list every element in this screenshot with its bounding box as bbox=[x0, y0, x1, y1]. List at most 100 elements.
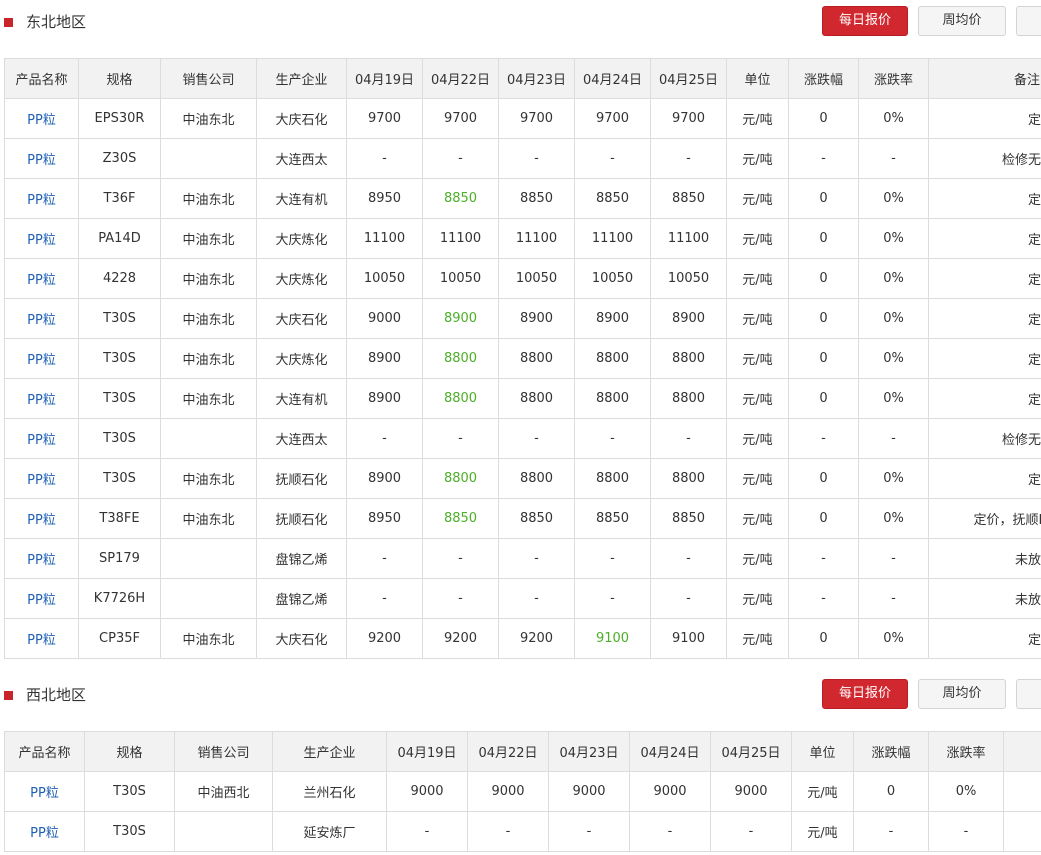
unit-cell: 元/吨 bbox=[726, 338, 789, 379]
product-link[interactable]: PP粒 bbox=[4, 338, 79, 379]
header-0422: 04月22日 bbox=[422, 58, 499, 99]
change-rate-cell: 0% bbox=[858, 338, 929, 379]
change-cell: 0 bbox=[788, 218, 859, 259]
price-0419-cell: 10050 bbox=[346, 258, 423, 299]
unit-cell: 元/吨 bbox=[726, 498, 789, 539]
change-cell: 0 bbox=[788, 338, 859, 379]
header-seller: 销售公司 bbox=[160, 58, 257, 99]
price-0424-cell: - bbox=[574, 538, 651, 579]
price-0425-cell: 8800 bbox=[650, 378, 727, 419]
table-row: PP粒T30S延安炼厂-----元/吨--奔 bbox=[4, 811, 1041, 852]
header-product: 产品名称 bbox=[4, 58, 79, 99]
daily-quote-button[interactable]: 每日报价 bbox=[822, 679, 908, 709]
product-link[interactable]: PP粒 bbox=[4, 618, 79, 659]
daily-quote-button[interactable]: 每日报价 bbox=[822, 6, 908, 36]
table-row: PP粒 PA14D 中油东北 大庆炼化 11100 11100 11100 11100 1110… bbox=[4, 218, 1041, 259]
section-marker-icon bbox=[4, 18, 13, 27]
spec-cell: Z30S bbox=[78, 138, 161, 179]
change-rate-cell: 0% bbox=[858, 258, 929, 299]
header-unit: 单位 bbox=[726, 58, 789, 99]
price-0422-cell: 9000 bbox=[467, 771, 549, 812]
header-note: 备注 bbox=[1003, 731, 1041, 772]
price-0422-cell: 9200 bbox=[422, 618, 499, 659]
note-cell: 定价 bbox=[928, 618, 1041, 659]
price-0419-cell: 11100 bbox=[346, 218, 423, 259]
seller-cell bbox=[160, 578, 257, 619]
weekly-average-button[interactable]: 周均价 bbox=[918, 679, 1006, 709]
spec-cell: T30S bbox=[78, 418, 161, 459]
price-0425-cell: 8900 bbox=[650, 298, 727, 339]
price-0419-cell: - bbox=[346, 138, 423, 179]
spec-cell: 4228 bbox=[78, 258, 161, 299]
product-link[interactable]: PP粒 bbox=[4, 578, 79, 619]
price-0423-cell: 8800 bbox=[498, 458, 575, 499]
seller-cell bbox=[174, 811, 273, 852]
change-rate-cell: 0% bbox=[858, 618, 929, 659]
product-link[interactable]: PP粒 bbox=[4, 258, 79, 299]
price-0423-cell: 8850 bbox=[498, 178, 575, 219]
price-0419-cell: 8900 bbox=[346, 378, 423, 419]
price-0423-cell: 11100 bbox=[498, 218, 575, 259]
price-0423-cell: - bbox=[498, 418, 575, 459]
price-0424-cell: - bbox=[629, 811, 711, 852]
price-0419-cell: 8950 bbox=[346, 178, 423, 219]
table-row: PP粒 CP35F 中油东北 大庆石化 9200 9200 9200 9100 9100 元/吨 0… bbox=[4, 618, 1041, 659]
price-0419-cell: 8900 bbox=[346, 338, 423, 379]
product-link[interactable]: PP粒 bbox=[4, 458, 79, 499]
price-0424-cell: 8850 bbox=[574, 178, 651, 219]
product-link[interactable]: PP粒 bbox=[4, 538, 79, 579]
header-unit: 单位 bbox=[791, 731, 854, 772]
product-link[interactable]: PP粒 bbox=[4, 418, 79, 459]
price-0424-cell: 9700 bbox=[574, 98, 651, 139]
header-0422: 04月22日 bbox=[467, 731, 549, 772]
note-cell: 未放货 bbox=[928, 538, 1041, 579]
seller-cell bbox=[160, 538, 257, 579]
price-0423-cell: 9000 bbox=[548, 771, 630, 812]
change-rate-cell: - bbox=[928, 811, 1004, 852]
note-cell: 定价 bbox=[928, 298, 1041, 339]
note-cell: 定价 bbox=[928, 458, 1041, 499]
section-marker-icon bbox=[4, 691, 13, 700]
spec-cell: T30S bbox=[84, 771, 175, 812]
unit-cell: 元/吨 bbox=[726, 258, 789, 299]
product-link[interactable]: PP粒 bbox=[4, 218, 79, 259]
product-link[interactable]: PP粒 bbox=[4, 178, 79, 219]
product-link[interactable]: PP粒 bbox=[4, 378, 79, 419]
maker-cell: 大连西太 bbox=[256, 138, 347, 179]
seller-cell: 中油东北 bbox=[160, 458, 257, 499]
seller-cell: 中油东北 bbox=[160, 618, 257, 659]
seller-cell: 中油东北 bbox=[160, 378, 257, 419]
unit-cell: 元/吨 bbox=[726, 378, 789, 419]
maker-cell: 大庆石化 bbox=[256, 618, 347, 659]
price-0419-cell: 9000 bbox=[346, 298, 423, 339]
product-link[interactable]: PP粒 bbox=[4, 138, 79, 179]
spec-cell: T30S bbox=[84, 811, 175, 852]
product-link[interactable]: PP粒 bbox=[4, 771, 85, 812]
more-button[interactable] bbox=[1016, 6, 1041, 36]
table-row: PP粒 T36F 中油东北 大连有机 8950 8850 8850 8850 8850 元/吨 0 0… bbox=[4, 178, 1041, 219]
product-link[interactable]: PP粒 bbox=[4, 811, 85, 852]
spec-cell: CP35F bbox=[78, 618, 161, 659]
price-0422-cell: 8800 bbox=[422, 338, 499, 379]
price-0422-cell: - bbox=[422, 138, 499, 179]
change-cell: - bbox=[788, 538, 859, 579]
product-link[interactable]: PP粒 bbox=[4, 498, 79, 539]
price-0422-cell: 8900 bbox=[422, 298, 499, 339]
product-link[interactable]: PP粒 bbox=[4, 298, 79, 339]
header-maker: 生产企业 bbox=[272, 731, 387, 772]
change-cell: 0 bbox=[788, 298, 859, 339]
note-cell: 定价 bbox=[928, 338, 1041, 379]
table-row: PP粒 EPS30R 中油东北 大庆石化 9700 9700 9700 9700 9700 元/吨… bbox=[4, 98, 1041, 139]
maker-cell: 大庆炼化 bbox=[256, 258, 347, 299]
table-row: PP粒 T30S 中油东北 大连有机 8900 8800 8800 8800 8800 元/吨 0 0… bbox=[4, 378, 1041, 419]
note-cell: 定价，抚顺L5 bbox=[928, 498, 1041, 539]
more-button[interactable] bbox=[1016, 679, 1041, 709]
seller-cell: 中油东北 bbox=[160, 298, 257, 339]
price-0424-cell: 11100 bbox=[574, 218, 651, 259]
price-0424-cell: 8800 bbox=[574, 338, 651, 379]
product-link[interactable]: PP粒 bbox=[4, 98, 79, 139]
price-0424-cell: 10050 bbox=[574, 258, 651, 299]
header-spec: 规格 bbox=[78, 58, 161, 99]
price-0419-cell: - bbox=[346, 538, 423, 579]
weekly-average-button[interactable]: 周均价 bbox=[918, 6, 1006, 36]
